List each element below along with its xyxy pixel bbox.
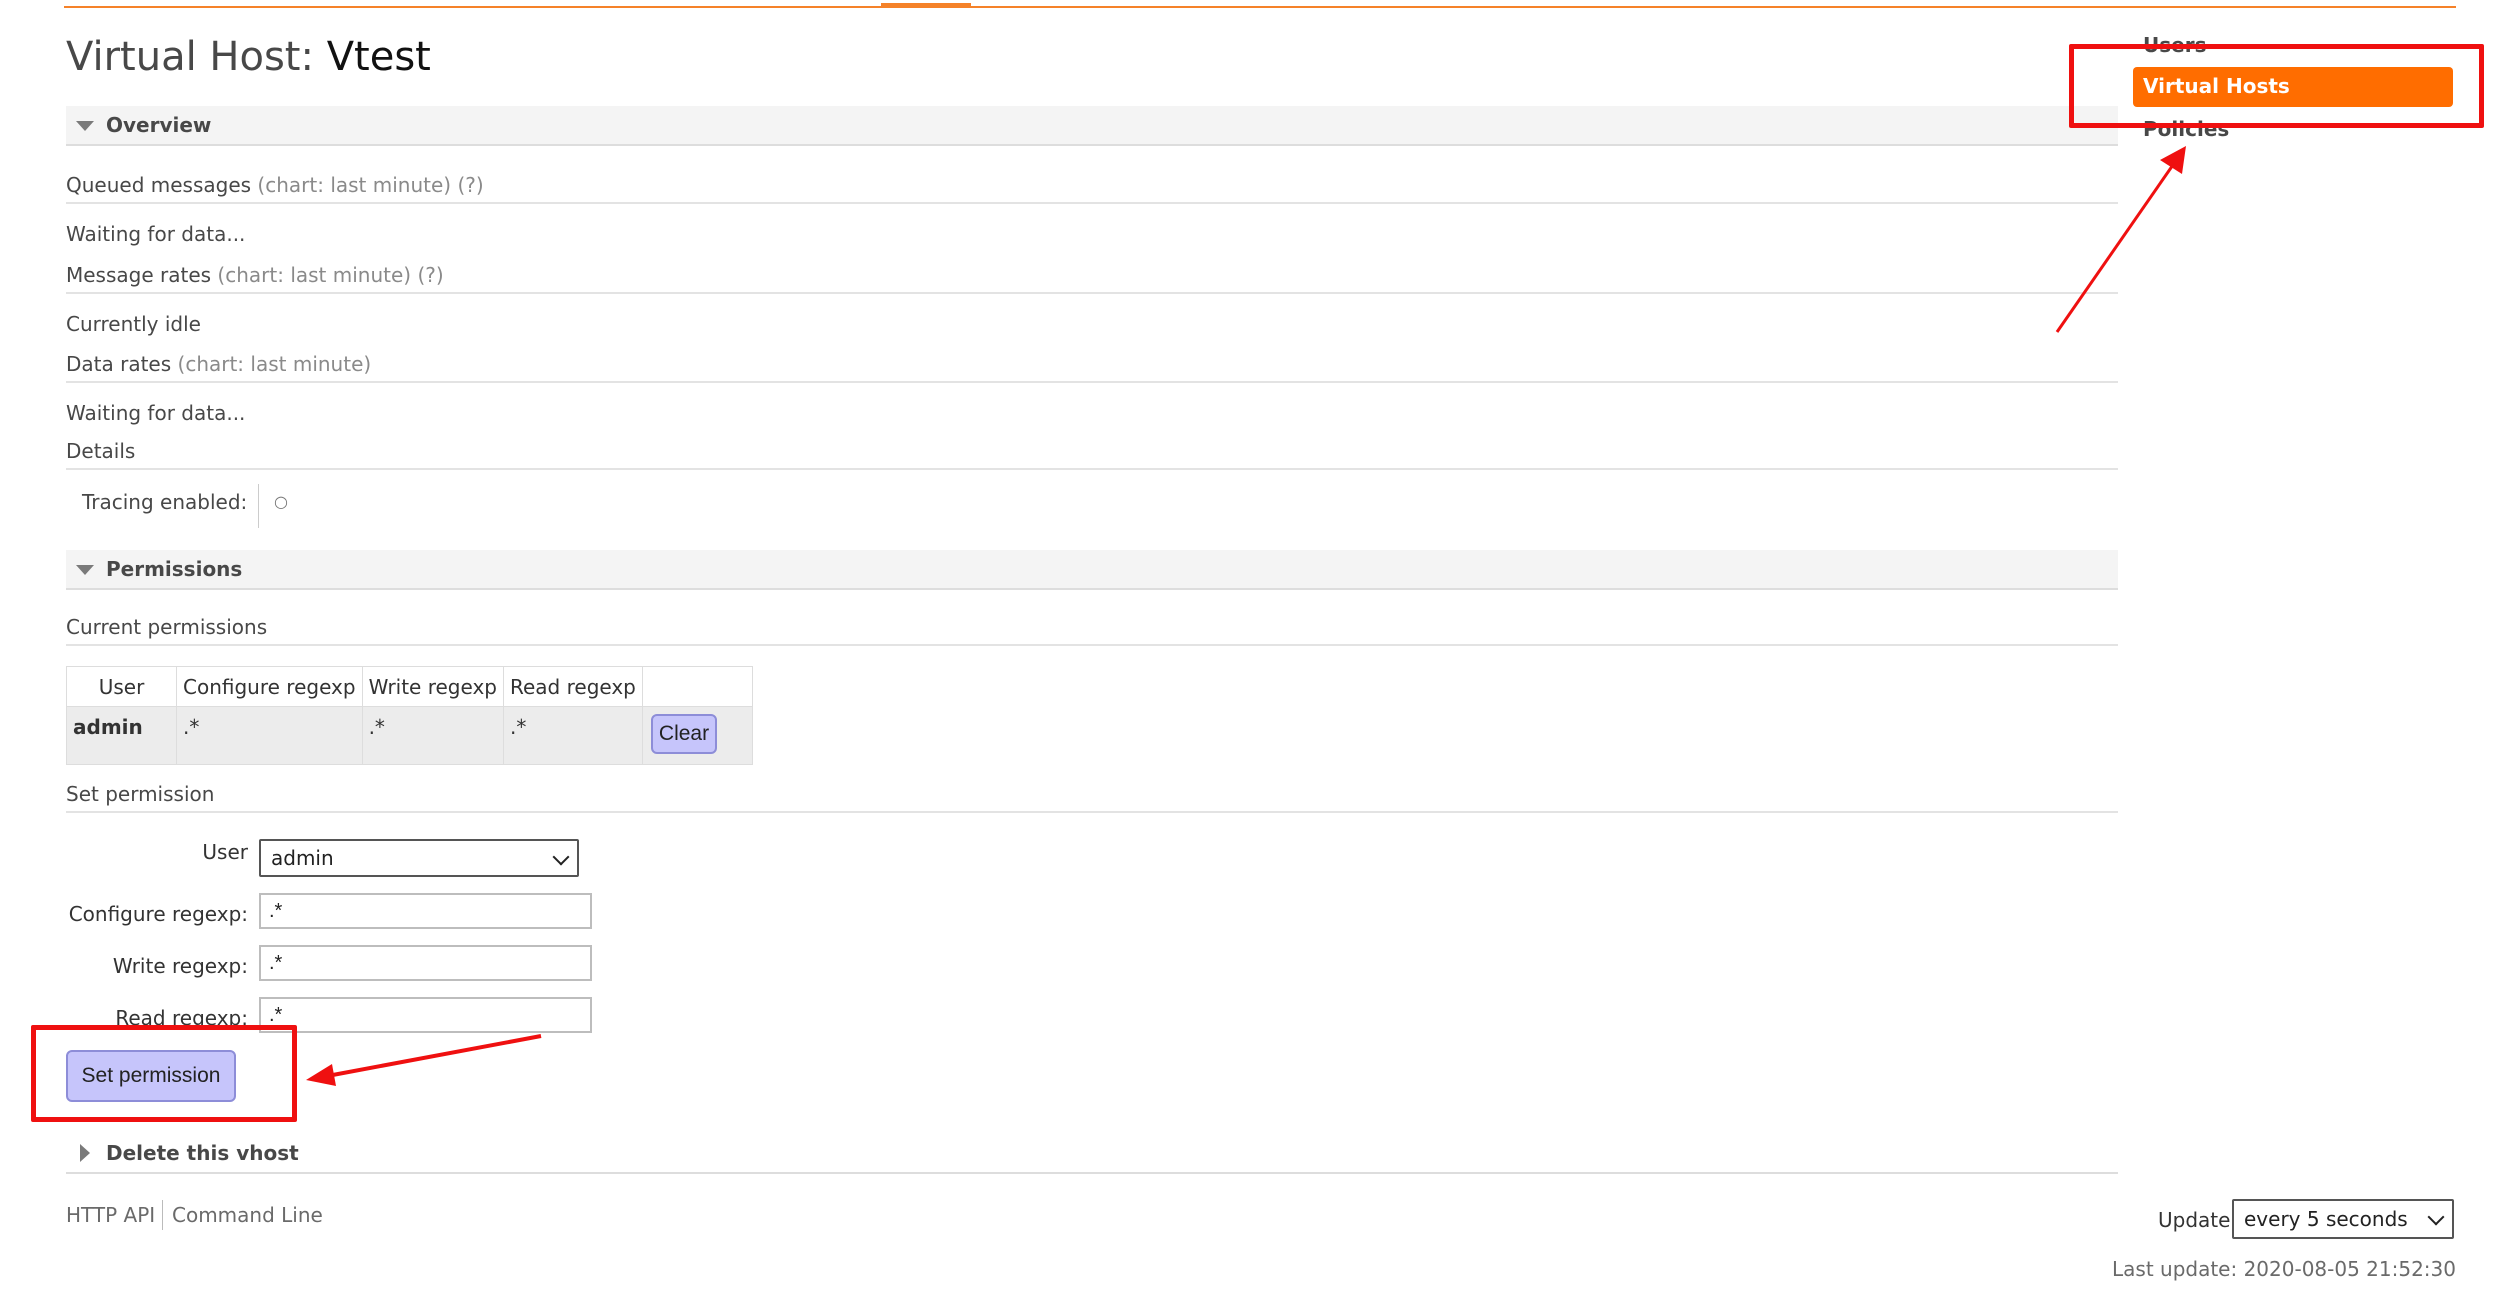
annotation-arrow-line-bottom — [321, 1034, 542, 1079]
annotation-arrows — [306, 146, 2186, 1086]
annotation-arrowhead-top — [2160, 146, 2186, 174]
annotation-arrowhead-bottom — [306, 1064, 336, 1086]
annotation-arrow-line-top — [2055, 161, 2177, 333]
